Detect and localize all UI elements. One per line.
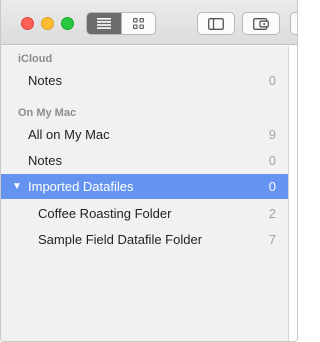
view-mode-segmented-control xyxy=(86,12,156,35)
folder-label: All on My Mac xyxy=(28,127,110,142)
attachment-browser-icon xyxy=(253,17,269,30)
zoom-window-button[interactable] xyxy=(61,17,74,30)
sidebar-item-icloud-notes[interactable]: Notes 0 xyxy=(1,68,288,93)
toolbar xyxy=(1,0,297,45)
sidebar-item-imported-datafiles[interactable]: ▼ Imported Datafiles 0 xyxy=(1,174,288,199)
folder-label: Coffee Roasting Folder xyxy=(38,206,172,221)
minimize-window-button[interactable] xyxy=(41,17,54,30)
toggle-sidebar-button[interactable] xyxy=(197,12,235,35)
notes-window: iCloud Notes 0 On My Mac All on My Mac 9… xyxy=(0,0,298,342)
list-icon xyxy=(96,18,111,29)
sidebar-toggle-icon xyxy=(208,17,224,30)
folder-label: Imported Datafiles xyxy=(28,179,134,194)
note-count: 9 xyxy=(268,127,276,142)
sidebar-item-mac-notes[interactable]: Notes 0 xyxy=(1,148,288,173)
section-header-on-my-mac: On My Mac xyxy=(18,107,77,119)
folders-sidebar: iCloud Notes 0 On My Mac All on My Mac 9… xyxy=(1,46,288,341)
attachments-browser-button[interactable] xyxy=(242,12,280,35)
grid-icon xyxy=(133,18,144,29)
close-window-button[interactable] xyxy=(21,17,34,30)
notes-list-pane xyxy=(289,46,297,341)
list-view-button[interactable] xyxy=(87,13,121,34)
folder-label: Notes xyxy=(28,73,62,88)
folder-label: Sample Field Datafile Folder xyxy=(38,232,203,247)
note-count: 0 xyxy=(268,73,276,88)
disclosure-triangle-icon[interactable]: ▼ xyxy=(12,181,22,192)
note-count: 0 xyxy=(268,153,276,168)
note-count: 0 xyxy=(268,179,276,194)
note-count: 2 xyxy=(268,206,276,221)
sidebar-item-all-on-my-mac[interactable]: All on My Mac 9 xyxy=(1,122,288,147)
gallery-view-button[interactable] xyxy=(120,13,155,34)
sidebar-item-coffee-roasting-folder[interactable]: Coffee Roasting Folder 2 xyxy=(1,201,288,226)
toolbar-overflow-button[interactable] xyxy=(290,12,297,35)
folder-label: Notes xyxy=(28,153,62,168)
sidebar-item-sample-field-datafile-folder[interactable]: Sample Field Datafile Folder 7 xyxy=(1,227,288,252)
section-header-icloud: iCloud xyxy=(18,53,53,65)
note-count: 7 xyxy=(268,232,276,247)
